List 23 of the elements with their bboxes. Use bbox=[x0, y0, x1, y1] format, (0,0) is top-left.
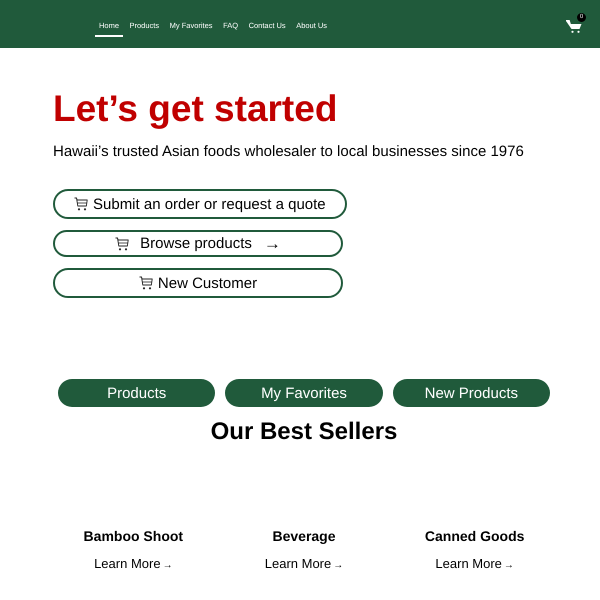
learn-more-link[interactable]: Learn More→ bbox=[435, 556, 514, 573]
category-button[interactable]: My Favorites bbox=[225, 379, 383, 407]
product-name: Beverage bbox=[272, 528, 336, 544]
learn-more-link[interactable]: Learn More→ bbox=[94, 556, 173, 573]
action-button[interactable]: Browse products → bbox=[53, 230, 343, 257]
product-name: Canned Goods bbox=[424, 528, 524, 544]
arrow-icon: → bbox=[333, 560, 344, 571]
cart-icon bbox=[138, 276, 153, 290]
action-button[interactable]: Submit an order or request a quote bbox=[53, 189, 347, 219]
arrow-icon: → bbox=[162, 560, 173, 571]
action-button[interactable]: New Customer bbox=[53, 268, 343, 298]
arrow-icon: → bbox=[264, 235, 281, 252]
cart-icon bbox=[74, 197, 88, 211]
category-button[interactable]: New Products bbox=[392, 379, 550, 407]
product-name: Bamboo Shoot bbox=[84, 528, 184, 544]
section-heading: Our Best Sellers bbox=[210, 418, 398, 446]
learn-more-link[interactable]: Learn More→ bbox=[264, 556, 344, 573]
cart-icon bbox=[115, 236, 130, 250]
cart-icon[interactable] bbox=[566, 20, 582, 32]
category-button[interactable]: Products bbox=[58, 379, 216, 407]
page-heading: Let’s get started bbox=[53, 88, 338, 130]
tagline: Hawaii’s trusted Asian foods wholesaler to local businesses since 1976 bbox=[53, 143, 525, 160]
arrow-icon: → bbox=[504, 560, 514, 571]
